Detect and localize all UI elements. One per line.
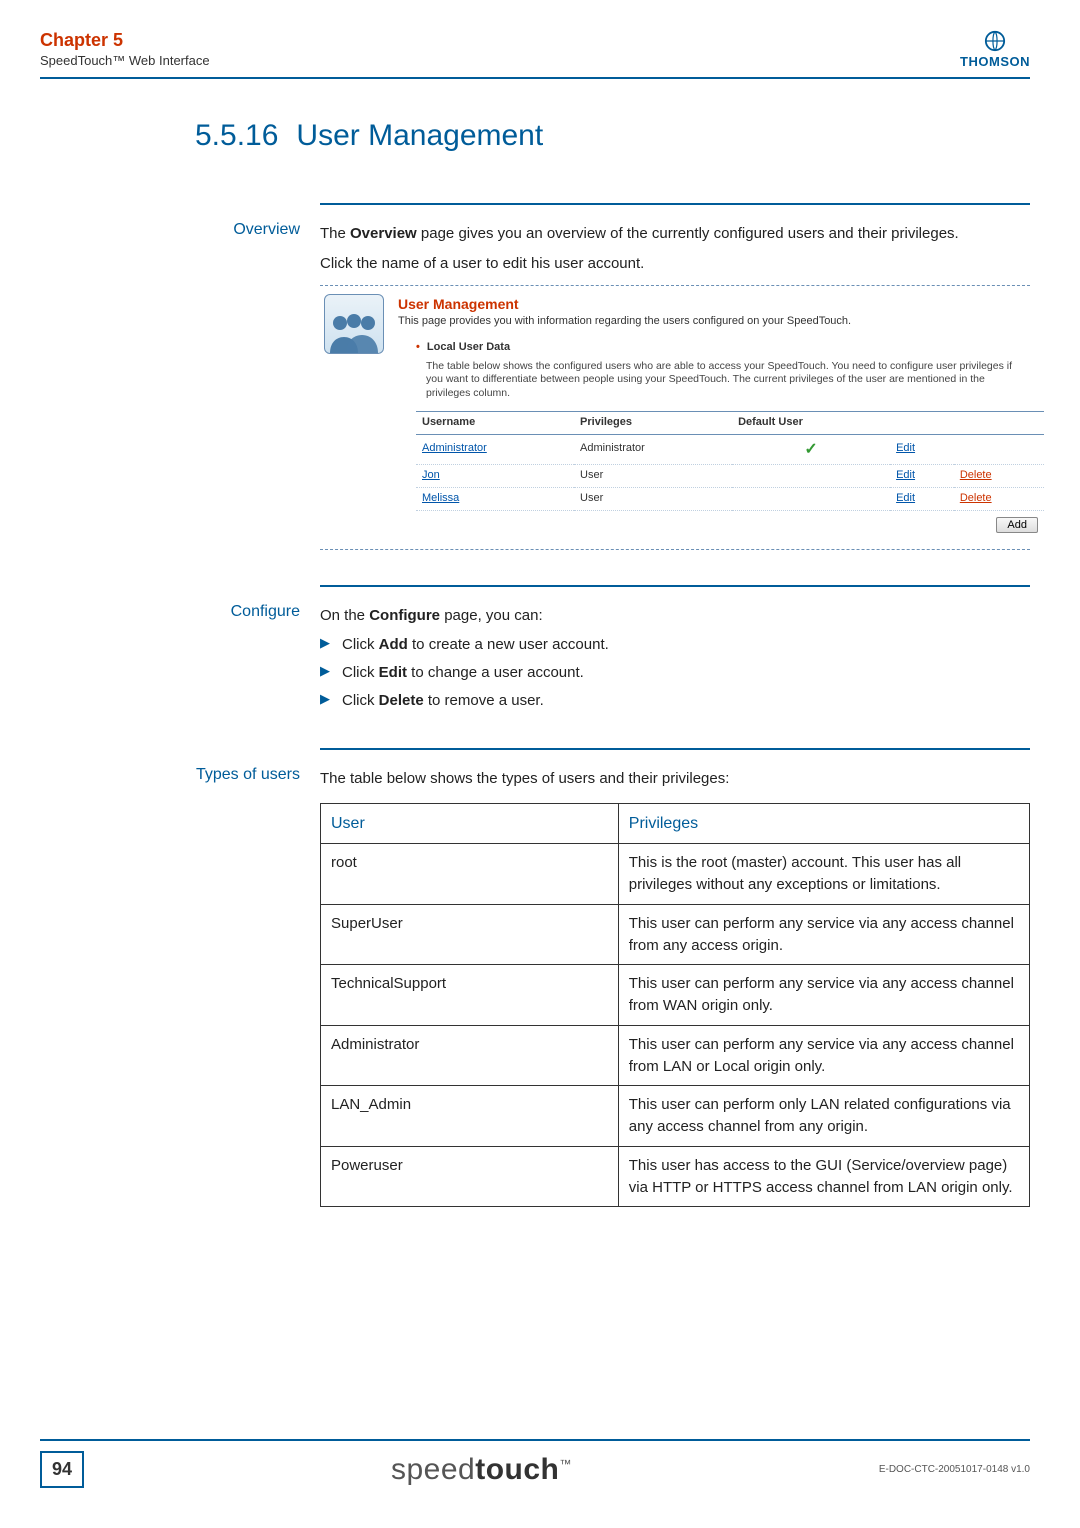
arrow-icon: ▶ [320,662,330,684]
section-number: 5.5.16 [195,119,278,153]
list-item: ▶ Click Delete to remove a user. [320,690,1030,712]
edit-link[interactable]: Edit [896,469,915,481]
add-button[interactable]: Add [996,517,1038,533]
priv-cell: Administrator [574,434,732,464]
table-row: Melissa User Edit Delete [416,487,1044,510]
privileges-table: User Privileges rootThis is the root (ma… [320,803,1030,1207]
chapter-label: Chapter 5 [40,30,210,51]
table-row: Jon User Edit Delete [416,464,1044,487]
embed-title: User Management [398,294,1026,314]
col-default: Default User [732,411,890,434]
priv-cell: User [574,487,732,510]
page-number: 94 [40,1451,84,1488]
th-priv: Privileges [618,804,1029,844]
types-intro: The table below shows the types of users… [320,768,1030,790]
table-row: SuperUserThis user can perform any servi… [321,904,1030,965]
page-footer: 94 speedtouch™ E-DOC-CTC-20051017-0148 v… [40,1439,1030,1488]
configure-label: Configure [40,585,320,718]
configure-list: ▶ Click Add to create a new user account… [320,634,1030,711]
overview-paragraph-1: The Overview page gives you an overview … [320,223,1030,245]
section-title: User Management [296,119,543,153]
configure-block: Configure On the Configure page, you can… [40,585,1030,718]
arrow-icon: ▶ [320,634,330,656]
thomson-logo: THOMSON [960,30,1030,69]
overview-label: Overview [40,203,320,555]
types-label: Types of users [40,748,320,1208]
types-block: Types of users The table below shows the… [40,748,1030,1208]
document-id: E-DOC-CTC-20051017-0148 v1.0 [879,1464,1030,1475]
configure-intro: On the Configure page, you can: [320,605,1030,627]
brand-logo: speedtouch™ [391,1453,572,1487]
priv-cell: User [574,464,732,487]
globe-icon [960,30,1030,52]
check-icon: ✓ [732,434,890,464]
embed-subtitle: This page provides you with information … [398,314,1026,330]
user-link[interactable]: Melissa [422,492,459,504]
table-row: Administrator Administrator ✓ Edit [416,434,1044,464]
list-item: ▶ Click Add to create a new user account… [320,634,1030,656]
chapter-subtitle: SpeedTouch™ Web Interface [40,53,210,68]
table-row: LAN_AdminThis user can perform only LAN … [321,1086,1030,1147]
embedded-screenshot: User Management This page provides you w… [320,285,1030,550]
users-icon [324,294,384,354]
table-row: rootThis is the root (master) account. T… [321,844,1030,905]
user-link[interactable]: Administrator [422,442,487,454]
list-item: ▶ Click Edit to change a user account. [320,662,1030,684]
th-user: User [321,804,619,844]
delete-link[interactable]: Delete [960,469,992,481]
table-row: TechnicalSupportThis user can perform an… [321,965,1030,1026]
edit-link[interactable]: Edit [896,442,915,454]
arrow-icon: ▶ [320,690,330,712]
user-link[interactable]: Jon [422,469,440,481]
col-username: Username [416,411,574,434]
section-heading: 5.5.16 User Management [195,119,1030,153]
overview-block: Overview The Overview page gives you an … [40,203,1030,555]
embed-bullet-label: Local User Data [416,340,1026,356]
table-row: AdministratorThis user can perform any s… [321,1025,1030,1086]
overview-paragraph-2: Click the name of a user to edit his use… [320,253,1030,275]
users-table: Username Privileges Default User Adminis… [416,411,1044,537]
delete-link[interactable]: Delete [960,492,992,504]
embed-description: The table below shows the configured use… [426,360,1026,401]
edit-link[interactable]: Edit [896,492,915,504]
col-privileges: Privileges [574,411,732,434]
table-row: PoweruserThis user has access to the GUI… [321,1146,1030,1207]
page-header: Chapter 5 SpeedTouch™ Web Interface THOM… [40,30,1030,79]
logo-text: THOMSON [960,54,1030,69]
